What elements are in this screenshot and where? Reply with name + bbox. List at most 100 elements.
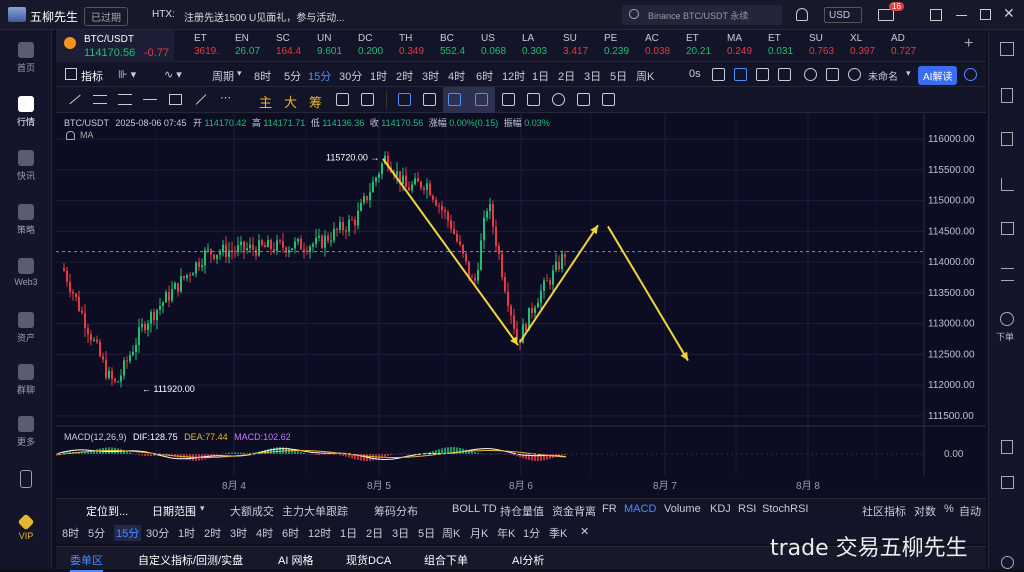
ticker-item[interactable]: UN 9.601 — [317, 33, 342, 57]
eye-icon[interactable] — [552, 93, 565, 106]
nav-market[interactable]: 行情 — [0, 96, 52, 128]
screen-icon[interactable] — [930, 9, 942, 21]
more-tools-icon[interactable]: ⋯ — [220, 91, 231, 104]
tf2-13[interactable]: 5日 — [418, 525, 435, 541]
sync-icon[interactable] — [336, 93, 349, 106]
bottom-tab-5[interactable]: AI分析 — [512, 552, 544, 568]
settings-icon[interactable] — [1001, 556, 1014, 569]
layout-icon[interactable] — [1000, 42, 1014, 56]
timeframe-9[interactable]: 12时 — [502, 68, 525, 84]
line-type-icon[interactable]: ∿ ▾ — [164, 68, 182, 81]
tf2-14[interactable]: 周K — [442, 525, 460, 541]
tf2-12[interactable]: 3日 — [392, 525, 409, 541]
tf2-5[interactable]: 2时 — [204, 525, 221, 541]
search-box[interactable]: Binance BTC/USDT 永续 — [622, 5, 782, 25]
nav-chat[interactable]: 群聊 — [0, 364, 52, 396]
trash-icon[interactable] — [602, 93, 615, 106]
indicator-11[interactable]: RSI — [738, 503, 756, 515]
ticker-item[interactable]: PE 0.239 — [604, 33, 629, 57]
ticker-item[interactable]: ET 20.21 — [686, 33, 711, 57]
panel-icon[interactable] — [1001, 476, 1014, 489]
timeframe-8[interactable]: 6时 — [476, 68, 493, 84]
bottom-tab-3[interactable]: 现货DCA — [346, 552, 391, 568]
ticker-item[interactable]: EN 26.07 — [235, 33, 260, 57]
log-scale[interactable]: 对数 — [914, 503, 936, 519]
camera-icon[interactable] — [712, 68, 725, 81]
tf2-10[interactable]: 1日 — [340, 525, 357, 541]
ticker-item[interactable]: ET 0.031 — [768, 33, 793, 57]
clipboard-icon[interactable] — [502, 93, 515, 106]
percent-scale[interactable]: % — [944, 503, 954, 515]
currency-select[interactable]: USD — [824, 7, 862, 23]
bell-icon[interactable] — [796, 8, 808, 21]
doc-icon[interactable] — [1001, 88, 1013, 103]
ticker-item[interactable]: US 0.068 — [481, 33, 506, 57]
tf2-3[interactable]: 30分 — [146, 525, 169, 541]
ticker-item[interactable]: SU 0.763 — [809, 33, 834, 57]
timeframe-5[interactable]: 2时 — [396, 68, 413, 84]
calculator-icon[interactable] — [1001, 440, 1013, 454]
timeframe-1[interactable]: 5分 — [284, 68, 301, 84]
timeframe-13[interactable]: 5日 — [610, 68, 627, 84]
tf2-6[interactable]: 3时 — [230, 525, 247, 541]
indicator-10[interactable]: KDJ — [710, 503, 731, 515]
view-icon[interactable] — [848, 68, 861, 81]
timeframe-3[interactable]: 30分 — [339, 68, 362, 84]
indicator-icon[interactable] — [65, 68, 77, 80]
horizontal-lines-icon[interactable] — [93, 95, 107, 104]
chart-area[interactable]: 8月 4 8月 5 8月 6 8月 7 8月 8 116000.00 115500.00 11… — [56, 114, 986, 494]
candle-type-icon[interactable]: ⊪ ▾ — [118, 68, 136, 81]
tf2-17[interactable]: 1分 — [523, 525, 540, 541]
ticker-item[interactable]: DC 0.200 — [358, 33, 383, 57]
tf2-1[interactable]: 5分 — [88, 525, 105, 541]
tool-main[interactable]: 主 — [259, 92, 272, 111]
indicator-7[interactable]: FR — [602, 503, 617, 515]
frame-icon[interactable] — [527, 93, 540, 106]
indicator-6[interactable]: 资金背离 — [552, 503, 596, 519]
community-indicators[interactable]: 社区指标 — [862, 503, 906, 519]
ticker-item[interactable]: AD 0.727 — [891, 33, 916, 57]
tf2-7[interactable]: 4时 — [256, 525, 273, 541]
nav-web3[interactable]: Web3 — [0, 258, 52, 287]
pen-icon[interactable] — [448, 93, 461, 106]
timeframe-12[interactable]: 3日 — [584, 68, 601, 84]
indicator-2[interactable]: 筹码分布 — [374, 503, 418, 519]
rectangle-icon[interactable] — [169, 94, 182, 105]
nav-strategy[interactable]: 策略 — [0, 204, 52, 236]
bottom-tab-2[interactable]: AI 网格 — [278, 552, 313, 568]
magnet-icon[interactable] — [361, 93, 374, 106]
timeframe-0[interactable]: 8时 — [254, 68, 271, 84]
news-prefix[interactable]: HTX: — [152, 9, 175, 20]
bars-icon[interactable] — [475, 93, 488, 106]
timeframe-2[interactable]: 15分 — [308, 68, 331, 84]
news-ticker[interactable]: 注册先送1500 U见面礼，参与活动... — [184, 9, 345, 24]
edit-icon[interactable] — [734, 68, 747, 81]
tf2-0[interactable]: 8时 — [62, 525, 79, 541]
copy-icon[interactable] — [1001, 132, 1013, 146]
order-icon[interactable] — [1000, 312, 1014, 326]
indicator-3[interactable]: BOLL — [452, 503, 480, 515]
locate-button[interactable]: 定位到... — [86, 503, 128, 519]
auto-scale[interactable]: 自动 — [959, 503, 981, 519]
layout-name[interactable]: 未命名 — [868, 68, 898, 83]
restore-icon[interactable] — [980, 9, 991, 20]
bottom-tab-1[interactable]: 自定义指标/回测/实盘 — [138, 552, 243, 568]
timeframe-14[interactable]: 周K — [636, 68, 654, 84]
trendline-icon[interactable] — [69, 94, 81, 105]
depth-icon[interactable] — [1001, 222, 1014, 235]
ticker-item[interactable]: AC 0.038 — [645, 33, 670, 57]
box-icon[interactable] — [778, 68, 791, 81]
indicator-9[interactable]: Volume — [664, 503, 701, 515]
ticker-item[interactable]: MA 0.249 — [727, 33, 752, 57]
nav-assets[interactable]: 资产 — [0, 312, 52, 344]
timeframe-7[interactable]: 4时 — [448, 68, 465, 84]
close-icon[interactable]: ✕ — [580, 525, 589, 538]
tf2-8[interactable]: 6时 — [282, 525, 299, 541]
gear-icon[interactable] — [804, 68, 817, 81]
stats-icon[interactable] — [1001, 178, 1014, 191]
tool-big[interactable]: 大 — [284, 92, 297, 111]
tf2-16[interactable]: 年K — [497, 525, 515, 541]
ticker-item[interactable]: SC 164.4 — [276, 33, 301, 57]
timeframe-6[interactable]: 3时 — [422, 68, 439, 84]
tf2-18[interactable]: 季K — [549, 525, 567, 541]
